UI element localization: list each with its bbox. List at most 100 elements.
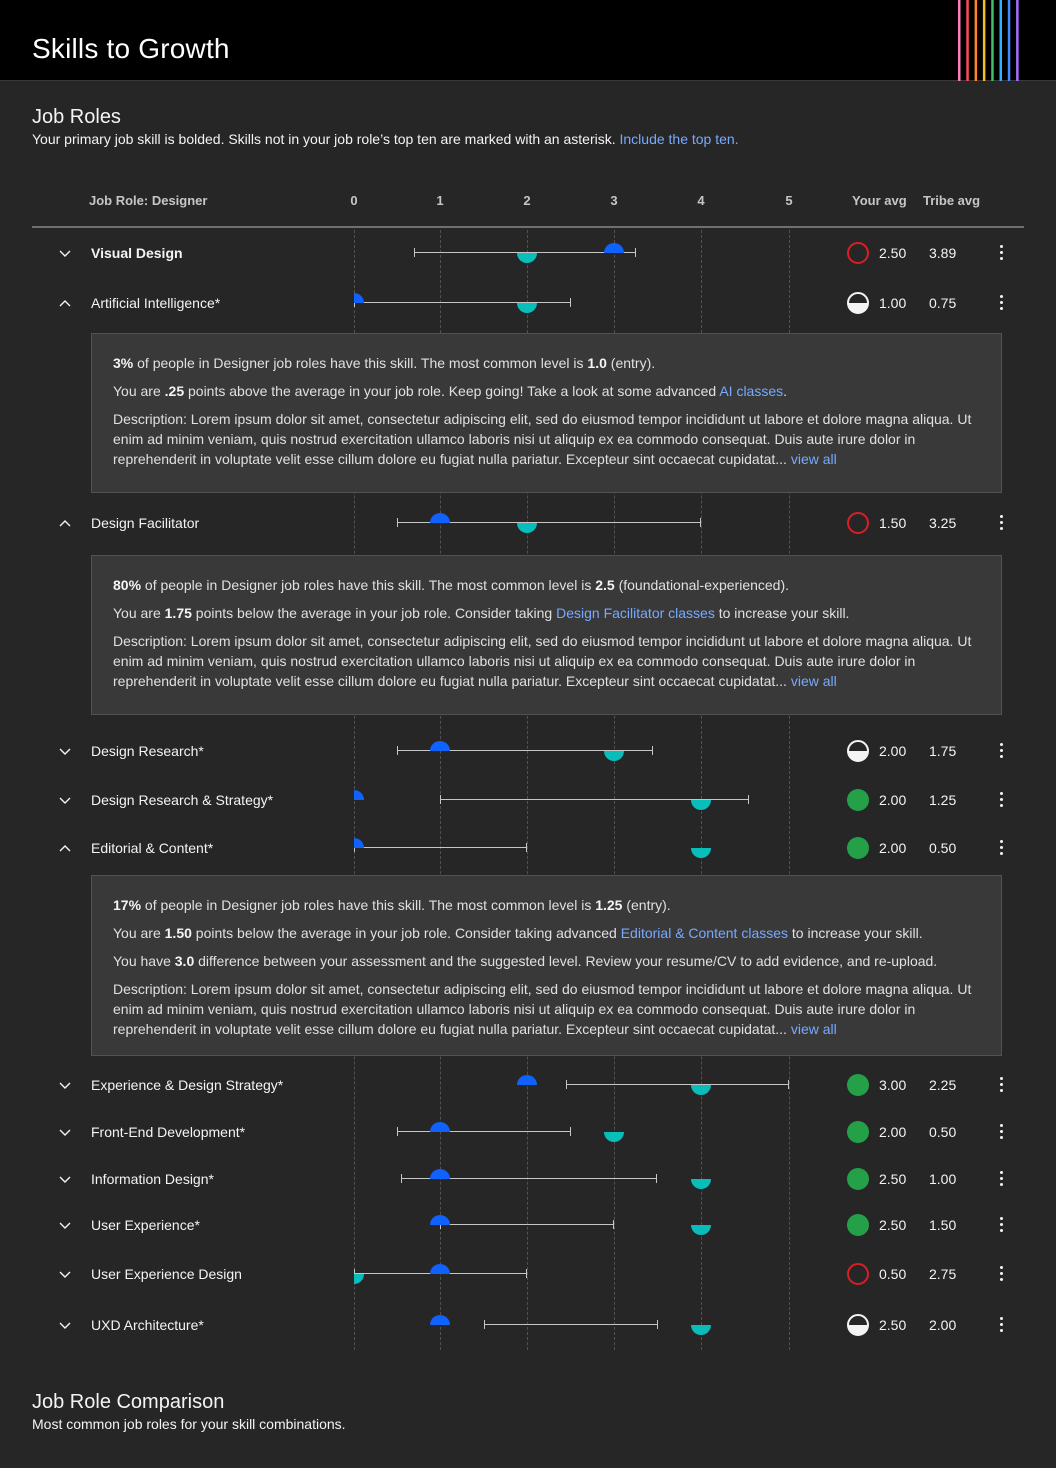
editorial-content-classes-link[interactable]: Editorial & Content classes [621, 925, 788, 941]
axis-tick-label: 4 [697, 193, 705, 208]
section-title-job-roles: Job Roles [32, 106, 121, 128]
status-full-icon [847, 837, 869, 859]
tribe-avg-value: 1.75 [929, 743, 957, 759]
skill-row[interactable]: User Experience Design 0.50 2.75 [0, 1259, 1056, 1289]
skill-name: Front-End Development* [91, 1124, 246, 1140]
view-all-link[interactable]: view all [791, 1021, 837, 1037]
skill-name: Editorial & Content* [91, 840, 214, 856]
overflow-menu-icon[interactable] [996, 792, 1006, 808]
skill-name: Artificial Intelligence* [91, 295, 221, 311]
tribe-avg-value: 2.00 [929, 1317, 957, 1333]
chevron-down-icon[interactable] [58, 1078, 72, 1092]
skill-name: Design Research & Strategy* [91, 792, 274, 808]
detail-panel-editorial-content: 17% of people in Designer job roles have… [91, 875, 1002, 1056]
tribe-level-marker [604, 1132, 624, 1142]
overflow-menu-icon[interactable] [996, 1317, 1006, 1333]
overflow-menu-icon[interactable] [996, 1124, 1006, 1140]
detail-difference: You have 3.0 difference between your ass… [113, 953, 938, 969]
view-all-link[interactable]: view all [791, 673, 837, 689]
chevron-up-icon[interactable] [58, 296, 72, 310]
skill-name: User Experience* [91, 1217, 200, 1233]
skill-name: User Experience Design [91, 1266, 242, 1282]
brand-stripe [999, 0, 1002, 81]
chevron-down-icon[interactable] [58, 793, 72, 807]
your-avg-value: 2.50 [879, 1171, 907, 1187]
overflow-menu-icon[interactable] [996, 515, 1006, 531]
axis-tick-label: 0 [350, 193, 358, 208]
section-subtitle-job-role-comparison: Most common job roles for your skill com… [32, 1416, 346, 1432]
status-full-icon [847, 789, 869, 811]
tribe-level-marker [691, 1225, 711, 1235]
detail-prevalence: 17% of people in Designer job roles have… [113, 897, 671, 913]
your-level-marker [354, 790, 364, 800]
overflow-menu-icon[interactable] [996, 840, 1006, 856]
status-full-icon [847, 1168, 869, 1190]
tribe-range-bar [566, 1080, 789, 1089]
status-half-icon [847, 740, 869, 762]
tribe-level-marker [691, 800, 711, 810]
ai-classes-link[interactable]: AI classes [719, 383, 783, 399]
chevron-down-icon[interactable] [58, 1267, 72, 1281]
status-full-icon [847, 1074, 869, 1096]
brand-stripe [1016, 0, 1019, 81]
brand-stripe [982, 0, 986, 81]
skill-row[interactable]: User Experience* 2.50 1.50 [0, 1210, 1056, 1240]
your-avg-value: 2.50 [879, 1317, 907, 1333]
your-level-marker [354, 293, 364, 303]
overflow-menu-icon[interactable] [996, 1077, 1006, 1093]
skill-row[interactable]: Artificial Intelligence* 1.00 0.75 [0, 288, 1056, 318]
tribe-range-bar [397, 1127, 571, 1136]
skill-row[interactable]: Design Research* 2.00 1.75 [0, 736, 1056, 766]
skill-row[interactable]: Visual Design 2.50 3.89 [0, 238, 1056, 268]
chevron-down-icon[interactable] [58, 1172, 72, 1186]
axis-tick-label: 5 [785, 193, 793, 208]
chevron-up-icon[interactable] [58, 516, 72, 530]
subtitle-text: Your primary job skill is bolded. Skills… [32, 131, 616, 147]
detail-description: Description: Lorem ipsum dolor sit amet,… [113, 981, 972, 1037]
your-level-marker [430, 513, 450, 523]
skill-row[interactable]: Editorial & Content* 2.00 0.50 [0, 833, 1056, 863]
chevron-down-icon[interactable] [58, 1125, 72, 1139]
skill-name: Experience & Design Strategy* [91, 1077, 284, 1093]
your-avg-value: 2.00 [879, 840, 907, 856]
skill-row[interactable]: Experience & Design Strategy* 3.00 2.25 [0, 1070, 1056, 1100]
your-level-marker [517, 1075, 537, 1085]
detail-comparison: You are 1.50 points below the average in… [113, 925, 923, 941]
tribe-avg-value: 2.25 [929, 1077, 957, 1093]
chevron-down-icon[interactable] [58, 744, 72, 758]
status-empty-icon [847, 242, 869, 264]
overflow-menu-icon[interactable] [996, 295, 1006, 311]
column-header-your-avg: Your avg [852, 193, 907, 208]
overflow-menu-icon[interactable] [996, 1171, 1006, 1187]
overflow-menu-icon[interactable] [996, 1266, 1006, 1282]
axis-tick-label: 1 [436, 193, 444, 208]
skill-row[interactable]: Front-End Development* 2.00 0.50 [0, 1117, 1056, 1147]
your-avg-value: 2.50 [879, 245, 907, 261]
brand-stripe [991, 0, 994, 81]
view-all-link[interactable]: view all [791, 451, 837, 467]
status-half-icon [847, 1314, 869, 1336]
overflow-menu-icon[interactable] [996, 245, 1006, 261]
skill-row[interactable]: Design Research & Strategy* 2.00 1.25 [0, 785, 1056, 815]
tribe-level-marker [691, 1325, 711, 1335]
brand-stripe [1007, 0, 1011, 81]
overflow-menu-icon[interactable] [996, 743, 1006, 759]
your-avg-value: 2.50 [879, 1217, 907, 1233]
skill-row[interactable]: Design Facilitator 1.50 3.25 [0, 508, 1056, 538]
include-top-ten-link[interactable]: Include the top ten. [620, 131, 739, 147]
tribe-avg-value: 0.75 [929, 295, 957, 311]
skill-row[interactable]: Information Design* 2.50 1.00 [0, 1164, 1056, 1194]
chevron-down-icon[interactable] [58, 1218, 72, 1232]
tribe-range-bar [354, 843, 527, 852]
chevron-down-icon[interactable] [58, 246, 72, 260]
chevron-up-icon[interactable] [58, 841, 72, 855]
chevron-down-icon[interactable] [58, 1318, 72, 1332]
skill-row[interactable]: UXD Architecture* 2.50 2.00 [0, 1310, 1056, 1340]
status-empty-icon [847, 1263, 869, 1285]
overflow-menu-icon[interactable] [996, 1217, 1006, 1233]
status-full-icon [847, 1214, 869, 1236]
tribe-level-marker [691, 848, 711, 858]
tribe-avg-value: 1.00 [929, 1171, 957, 1187]
tribe-avg-value: 2.75 [929, 1266, 957, 1282]
design-facilitator-classes-link[interactable]: Design Facilitator classes [556, 605, 715, 621]
